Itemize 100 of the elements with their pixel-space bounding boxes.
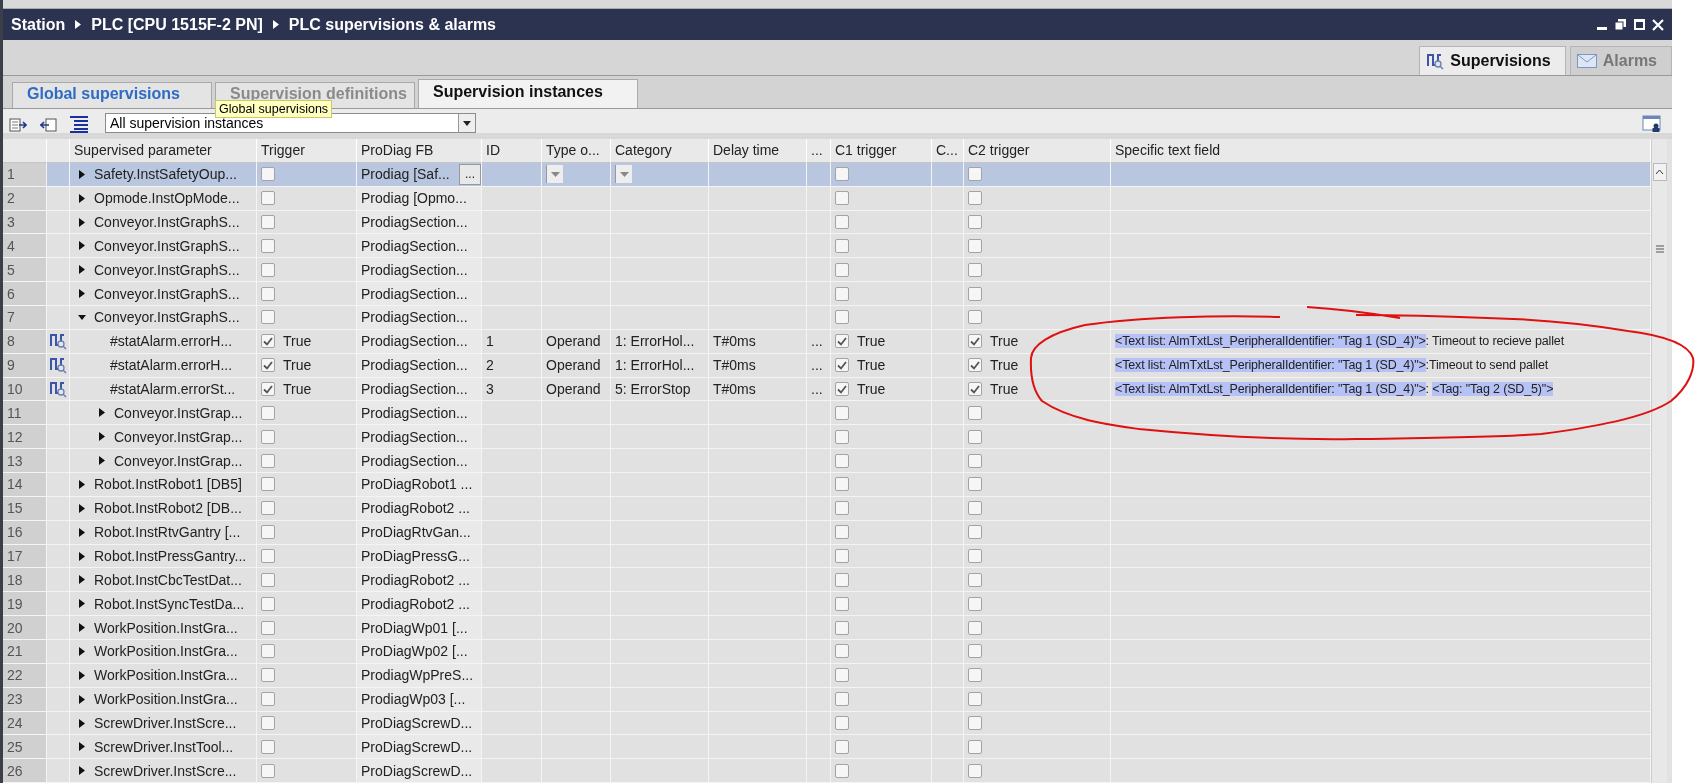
checkbox[interactable] [968, 477, 982, 492]
checkbox[interactable] [835, 191, 849, 206]
checkbox[interactable] [261, 405, 275, 420]
column-header[interactable]: C... [932, 139, 964, 163]
checkbox[interactable] [968, 692, 982, 707]
breadcrumb-item[interactable]: Station [11, 15, 66, 34]
expand-arrow-icon[interactable] [78, 503, 86, 513]
checkbox[interactable] [968, 525, 982, 540]
list-icon[interactable] [69, 115, 89, 133]
checkbox[interactable] [968, 739, 982, 754]
expand-arrow-icon[interactable] [78, 670, 86, 680]
collapse-arrow-icon[interactable] [78, 312, 86, 322]
insert-left-icon[interactable] [39, 117, 57, 133]
checkbox[interactable] [261, 358, 275, 373]
checkbox[interactable] [968, 763, 982, 778]
column-header[interactable]: Delay time [709, 139, 807, 163]
checkbox[interactable] [835, 358, 849, 373]
checkbox[interactable] [261, 262, 275, 277]
checkbox[interactable] [835, 453, 849, 468]
expand-arrow-icon[interactable] [78, 766, 86, 776]
column-header[interactable]: Trigger [257, 139, 357, 163]
checkbox[interactable] [835, 620, 849, 635]
breadcrumb-item[interactable]: PLC [CPU 1515F-2 PN] [91, 15, 263, 34]
column-header[interactable]: ... [807, 139, 831, 163]
expand-arrow-icon[interactable] [78, 241, 86, 251]
checkbox[interactable] [835, 286, 849, 301]
view-tab[interactable]: Supervisions [1419, 46, 1566, 75]
checkbox[interactable] [968, 215, 982, 229]
scroll-up-button[interactable] [1652, 163, 1667, 181]
checkbox[interactable] [968, 382, 982, 396]
checkbox[interactable] [835, 596, 849, 611]
expand-arrow-icon[interactable] [78, 217, 86, 227]
checkbox[interactable] [968, 238, 982, 253]
checkbox[interactable] [261, 334, 275, 349]
checkbox[interactable] [261, 716, 275, 731]
insert-right-icon[interactable] [9, 117, 27, 133]
checkbox[interactable] [261, 692, 275, 707]
scroll-grip-icon[interactable] [1655, 245, 1664, 253]
checkbox[interactable] [261, 215, 275, 229]
expand-arrow-icon[interactable] [78, 575, 86, 585]
column-header[interactable]: C1 trigger [831, 139, 932, 163]
expand-arrow-icon[interactable] [98, 432, 106, 442]
expand-arrow-icon[interactable] [98, 456, 106, 466]
table-settings-icon[interactable] [1642, 115, 1662, 133]
checkbox[interactable] [835, 501, 849, 516]
browse-button[interactable]: ... [459, 163, 481, 185]
checkbox[interactable] [261, 549, 275, 564]
column-header[interactable]: ID [482, 139, 542, 163]
column-header[interactable]: ProDiag FB [357, 139, 482, 163]
checkbox[interactable] [261, 572, 275, 587]
checkbox[interactable] [968, 716, 982, 731]
checkbox[interactable] [968, 167, 982, 182]
checkbox[interactable] [261, 525, 275, 540]
checkbox[interactable] [835, 644, 849, 659]
checkbox[interactable] [261, 286, 275, 301]
checkbox[interactable] [968, 405, 982, 420]
checkbox[interactable] [261, 501, 275, 516]
checkbox[interactable] [261, 191, 275, 206]
checkbox[interactable] [968, 501, 982, 516]
checkbox[interactable] [261, 238, 275, 253]
checkbox[interactable] [261, 620, 275, 635]
expand-arrow-icon[interactable] [78, 599, 86, 609]
checkbox[interactable] [968, 310, 982, 325]
expand-arrow-icon[interactable] [78, 694, 86, 704]
checkbox[interactable] [968, 549, 982, 564]
checkbox[interactable] [835, 716, 849, 731]
checkbox[interactable] [835, 310, 849, 325]
checkbox[interactable] [835, 572, 849, 587]
checkbox[interactable] [968, 453, 982, 468]
column-header[interactable]: Category [611, 139, 709, 163]
checkbox[interactable] [835, 238, 849, 253]
checkbox[interactable] [261, 477, 275, 492]
checkbox[interactable] [968, 572, 982, 587]
checkbox[interactable] [968, 191, 982, 206]
checkbox[interactable] [968, 286, 982, 301]
checkbox[interactable] [261, 739, 275, 754]
expand-arrow-icon[interactable] [78, 265, 86, 275]
checkbox[interactable] [968, 429, 982, 444]
checkbox[interactable] [968, 668, 982, 683]
checkbox[interactable] [261, 310, 275, 325]
checkbox[interactable] [835, 215, 849, 229]
checkbox[interactable] [835, 429, 849, 444]
checkbox[interactable] [261, 668, 275, 683]
checkbox[interactable] [968, 358, 982, 373]
checkbox[interactable] [261, 429, 275, 444]
breadcrumb-item[interactable]: PLC supervisions & alarms [288, 15, 496, 34]
tab[interactable]: Global supervisions [12, 82, 212, 108]
expand-arrow-icon[interactable] [78, 646, 86, 656]
checkbox[interactable] [968, 262, 982, 277]
checkbox[interactable] [835, 692, 849, 707]
checkbox[interactable] [835, 525, 849, 540]
checkbox[interactable] [261, 453, 275, 468]
checkbox[interactable] [835, 477, 849, 492]
checkbox[interactable] [835, 739, 849, 754]
checkbox[interactable] [835, 167, 849, 182]
expand-arrow-icon[interactable] [78, 623, 86, 633]
checkbox[interactable] [261, 167, 275, 182]
column-header[interactable]: Supervised parameter [70, 139, 257, 163]
expand-arrow-icon[interactable] [78, 718, 86, 728]
checkbox[interactable] [968, 596, 982, 611]
